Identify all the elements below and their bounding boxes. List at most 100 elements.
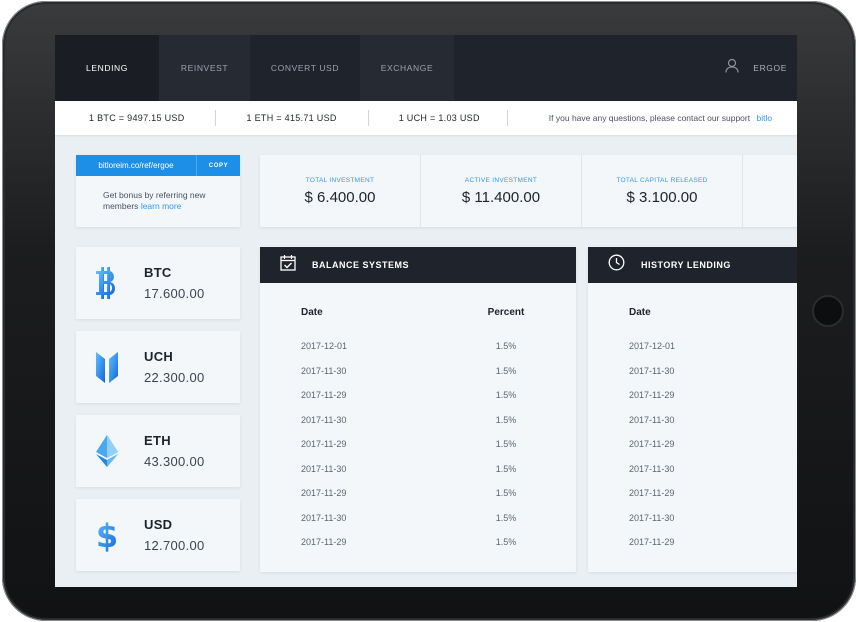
bitcoin-icon: [94, 263, 144, 303]
cell-date: 2017-11-30: [301, 414, 347, 425]
column-header-date: Date: [629, 307, 651, 318]
coin-value: 43.300.00: [144, 454, 205, 469]
cell-date: 2017-11-29: [629, 439, 675, 449]
screen: LENDING REINVEST CONVERT USD EXCHANGE ER…: [55, 35, 797, 587]
coin-name: UCH: [144, 349, 174, 364]
cell-date: 2017-11-29: [629, 488, 675, 498]
user-menu[interactable]: ERGOE: [725, 35, 787, 101]
rate-uch: 1 UCH = 1.03 USD: [398, 113, 480, 123]
table-row: 2017-11-29: [588, 488, 797, 513]
stat-label: TOTAL INVESTMENT: [305, 176, 375, 184]
cell-date: 2017-11-29: [629, 390, 675, 400]
coin-name: ETH: [144, 433, 171, 448]
support-message: If you have any questions, please contac…: [549, 113, 772, 123]
table-row: 2017-12-01: [588, 341, 797, 366]
history-lending-panel: HISTORY LENDING Date 2017-12-01 2017-11-…: [588, 247, 797, 572]
coin-name: USD: [144, 517, 173, 532]
cell-date: 2017-12-01: [629, 341, 676, 351]
cell-date: 2017-11-29: [301, 439, 347, 449]
cell-percent: 1.5%: [495, 341, 517, 351]
table-row: 2017-11-29 1.5%: [260, 390, 576, 415]
coin-card-eth[interactable]: ETH 43.300.00: [76, 415, 240, 487]
table-row: 2017-11-30 1.5%: [260, 464, 576, 489]
tab-reinvest[interactable]: REINVEST: [159, 35, 250, 101]
stats-card: TOTAL INVESTMENT $ 6.400.00 ACTIVE INVES…: [260, 155, 797, 227]
cell-date: 2017-11-29: [301, 488, 347, 498]
cell-percent: 1.5%: [495, 463, 517, 474]
table-row: 2017-11-30 1.5%: [260, 415, 576, 440]
table-row: 2017-11-29 1.5%: [260, 439, 576, 464]
cell-percent: 1.5%: [495, 414, 517, 425]
cell-date: 2017-11-30: [629, 463, 675, 474]
learn-more-link[interactable]: learn more: [141, 201, 182, 211]
table-row: 2017-11-30 1.5%: [260, 366, 576, 391]
coin-info: UCH 22.300.00: [144, 349, 205, 385]
coin-value: 17.600.00: [144, 286, 205, 301]
referral-url[interactable]: bitloreim.co/ref/ergoe: [76, 155, 196, 176]
rate-eth: 1 ETH = 415.71 USD: [246, 113, 337, 123]
cell-percent: 1.5%: [495, 365, 517, 376]
tab-lending[interactable]: LENDING: [55, 35, 159, 101]
table-row: 2017-11-29: [588, 439, 797, 464]
cell-date: 2017-11-30: [629, 365, 675, 376]
balance-table: Date Percent 2017-12-01 1.5% 2017-11-30 1.…: [260, 283, 576, 562]
table-header: Date: [588, 307, 797, 341]
coin-value: 22.300.00: [144, 370, 205, 385]
cell-date: 2017-11-30: [301, 463, 347, 474]
referral-card: bitloreim.co/ref/ergoe COPY Get bonus by…: [76, 155, 240, 227]
cell-percent: 1.5%: [495, 512, 517, 523]
stat-total-capital-released: TOTAL CAPITAL RELEASED $ 3.100.00: [582, 155, 743, 227]
cell-date: 2017-12-01: [301, 341, 348, 351]
stat-label: ACTIVE INVESTMENT: [464, 176, 538, 184]
table-row: 2017-11-29: [588, 537, 797, 562]
support-text: If you have any questions, please contac…: [548, 113, 751, 123]
calendar-check-icon: [280, 254, 296, 276]
support-link[interactable]: bitlo: [756, 113, 772, 123]
cell-date: 2017-11-30: [629, 512, 675, 523]
cell-percent: 1.5%: [495, 439, 517, 449]
table-row: 2017-11-30: [588, 464, 797, 489]
dollar-icon: $: [94, 515, 144, 555]
table-header: Date Percent: [260, 307, 576, 341]
table-row: 2017-11-30 1.5%: [260, 513, 576, 538]
panel-header: BALANCE SYSTEMS: [260, 247, 576, 283]
history-table: Date 2017-12-01 2017-11-30 2017-11-29 20…: [588, 283, 797, 562]
clock-icon: [608, 254, 625, 276]
balance-systems-panel: BALANCE SYSTEMS Date Percent 2017-12-01 1…: [260, 247, 576, 572]
divider: [214, 110, 216, 126]
coin-card-usd[interactable]: $ USD 12.700.00: [76, 499, 240, 571]
cell-percent: 1.5%: [495, 488, 517, 498]
tab-exchange[interactable]: EXCHANGE: [360, 35, 454, 101]
cell-date: 2017-11-30: [629, 414, 675, 425]
coin-info: USD 12.700.00: [144, 517, 205, 553]
ethereum-icon: [94, 431, 144, 471]
tab-convert-usd[interactable]: CONVERT USD: [250, 35, 360, 101]
coin-card-btc[interactable]: BTC 17.600.00: [76, 247, 240, 319]
cell-date: 2017-11-30: [301, 512, 347, 523]
cell-percent: 1.5%: [495, 390, 517, 400]
table-row: 2017-11-30: [588, 513, 797, 538]
coin-value: 12.700.00: [144, 538, 205, 553]
coin-name: BTC: [144, 265, 172, 280]
panel-header: HISTORY LENDING: [588, 247, 797, 283]
referral-text: Get bonus by referring new members learn…: [76, 176, 206, 212]
coin-info: ETH 43.300.00: [144, 433, 205, 469]
table-row: 2017-11-30: [588, 415, 797, 440]
home-button[interactable]: [812, 295, 844, 327]
cell-date: 2017-11-29: [301, 390, 347, 400]
cell-date: 2017-11-29: [629, 537, 675, 547]
stat-partial: $: [743, 155, 797, 227]
panel-title: BALANCE SYSTEMS: [312, 260, 410, 270]
table-row: 2017-12-01 1.5%: [260, 341, 576, 366]
stat-value: $ 3.100.00: [626, 188, 698, 206]
referral-bar: bitloreim.co/ref/ergoe COPY: [76, 155, 240, 176]
column-header-percent: Percent: [487, 307, 525, 318]
table-row: 2017-11-30: [588, 366, 797, 391]
svg-text:$: $: [96, 517, 118, 553]
copy-button[interactable]: COPY: [196, 155, 240, 176]
divider: [367, 110, 369, 126]
coin-info: BTC 17.600.00: [144, 265, 205, 301]
coin-card-uch[interactable]: UCH 22.300.00: [76, 331, 240, 403]
user-name: ERGOE: [753, 63, 787, 73]
user-icon: [725, 58, 739, 78]
